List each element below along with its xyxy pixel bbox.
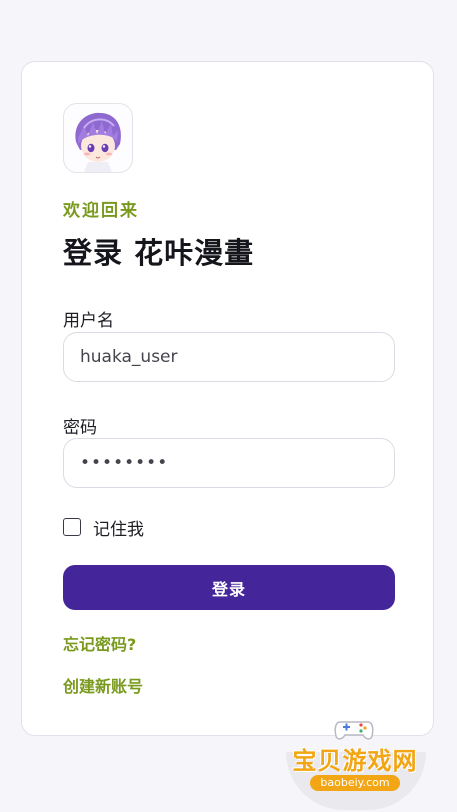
watermark-text: 宝贝游戏网	[292, 747, 418, 775]
username-label: 用户名	[63, 311, 114, 331]
username-input[interactable]	[63, 332, 395, 382]
password-label: 密码	[63, 418, 97, 438]
password-input[interactable]	[63, 438, 395, 488]
anime-avatar-icon	[75, 112, 121, 172]
page-title: 登录 花咔漫畫	[63, 236, 255, 270]
create-account-link[interactable]: 创建新账号	[63, 673, 143, 697]
login-card: 欢迎回来 登录 花咔漫畫 用户名 密码 记住我 登录 忘记密码? 创建新账号	[21, 61, 434, 736]
watermark: 宝贝游戏网 baobeiy.com	[280, 712, 440, 810]
remember-me-row[interactable]: 记住我	[63, 516, 144, 540]
watermark-url: baobeiy.com	[310, 775, 400, 791]
gamepad-icon	[334, 721, 374, 740]
remember-me-label: 记住我	[93, 519, 144, 540]
remember-me-checkbox[interactable]	[63, 518, 81, 536]
welcome-text: 欢迎回来	[63, 201, 139, 221]
app-avatar	[63, 103, 133, 173]
login-button[interactable]: 登录	[63, 565, 395, 610]
forgot-password-link[interactable]: 忘记密码?	[63, 631, 136, 655]
